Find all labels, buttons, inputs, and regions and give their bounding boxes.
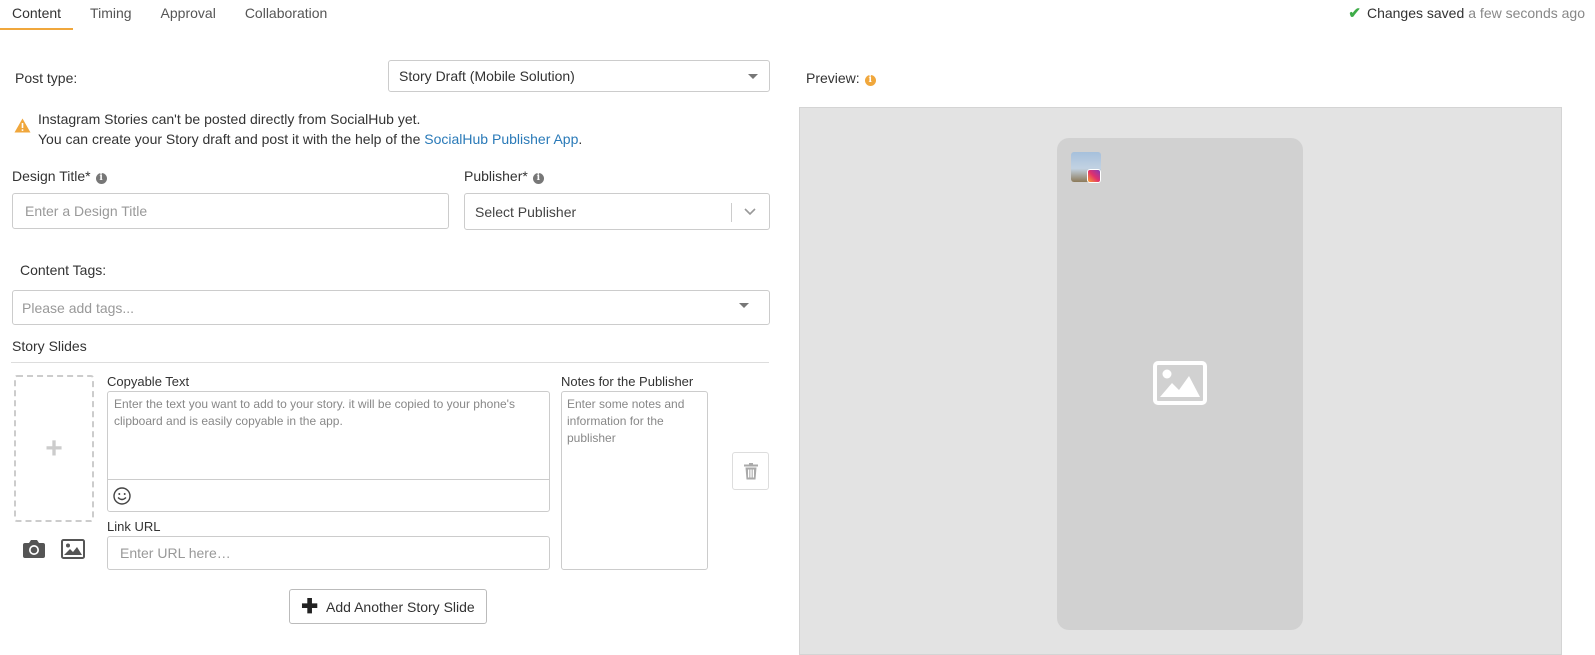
add-story-slide-button[interactable]: ✚ Add Another Story Slide <box>289 589 487 624</box>
plus-icon: + <box>45 431 63 465</box>
warning-line-2: You can create your Story draft and post… <box>38 129 582 149</box>
chevron-down-icon <box>744 208 756 216</box>
copyable-text-input[interactable]: Enter the text you want to add to your s… <box>107 391 550 512</box>
publisher-app-link[interactable]: SocialHub Publisher App <box>424 131 578 147</box>
link-url-label: Link URL <box>107 519 161 534</box>
chevron-down-icon <box>748 74 758 79</box>
notes-placeholder: Enter some notes and information for the… <box>567 397 685 445</box>
publisher-select[interactable]: Select Publisher <box>464 193 770 230</box>
tab-bar: Content Timing Approval Collaboration <box>0 0 339 30</box>
post-type-label: Post type: <box>15 70 78 86</box>
copyable-text-placeholder: Enter the text you want to add to your s… <box>114 397 515 428</box>
trash-icon <box>743 462 758 479</box>
design-title-label-wrap: Design Title* i <box>12 168 107 184</box>
preview-label: Preview: <box>806 70 860 86</box>
tab-collaboration[interactable]: Collaboration <box>233 0 340 30</box>
design-title-input[interactable]: Enter a Design Title <box>12 193 449 229</box>
notes-label: Notes for the Publisher <box>561 374 694 389</box>
instagram-warning: Instagram Stories can't be posted direct… <box>38 109 582 149</box>
publisher-placeholder: Select Publisher <box>475 203 577 220</box>
publisher-label-wrap: Publisher* i <box>464 168 544 184</box>
image-placeholder-icon <box>1153 361 1207 405</box>
preview-panel <box>799 107 1562 655</box>
warning-line-1: Instagram Stories can't be posted direct… <box>38 111 421 127</box>
save-status: ✔ Changes saved a few seconds ago <box>1348 4 1585 22</box>
content-tags-label: Content Tags: <box>20 262 107 278</box>
select-divider <box>731 203 732 222</box>
warning-line-2-suffix: . <box>578 131 583 147</box>
warning-icon <box>14 118 31 133</box>
story-preview-phone <box>1057 138 1303 630</box>
saved-time: a few seconds ago <box>1468 5 1585 21</box>
design-title-placeholder: Enter a Design Title <box>25 203 148 219</box>
content-tags-input[interactable]: Please add tags... <box>12 290 770 325</box>
notes-input[interactable]: Enter some notes and information for the… <box>561 391 708 570</box>
tab-approval[interactable]: Approval <box>149 0 228 30</box>
add-story-slide-label: Add Another Story Slide <box>326 598 475 615</box>
smiley-icon[interactable] <box>113 487 131 505</box>
emoji-toolbar <box>108 479 549 512</box>
instagram-icon <box>1087 169 1101 183</box>
tab-content[interactable]: Content <box>0 0 74 30</box>
content-tags-placeholder: Please add tags... <box>22 299 135 316</box>
info-icon[interactable]: i <box>864 75 876 86</box>
story-slides-heading: Story Slides <box>12 338 87 354</box>
check-icon: ✔ <box>1348 5 1361 22</box>
add-media-dropzone[interactable]: + <box>14 375 94 522</box>
preview-label-wrap: Preview: i <box>806 70 876 86</box>
info-icon[interactable]: i <box>532 173 544 184</box>
link-url-placeholder: Enter URL here… <box>120 545 231 561</box>
link-url-input[interactable]: Enter URL here… <box>107 536 550 570</box>
copyable-text-label: Copyable Text <box>107 374 190 389</box>
divider <box>11 362 769 363</box>
post-type-select[interactable]: Story Draft (Mobile Solution) <box>388 60 770 92</box>
tab-timing[interactable]: Timing <box>78 0 144 30</box>
info-icon[interactable]: i <box>95 173 107 184</box>
delete-slide-button[interactable] <box>732 452 769 490</box>
camera-icon[interactable] <box>22 538 46 559</box>
plus-icon: ✚ <box>301 595 319 618</box>
image-icon[interactable] <box>61 539 85 559</box>
chevron-down-icon <box>739 303 749 308</box>
publisher-label: Publisher* <box>464 168 528 184</box>
post-type-value: Story Draft (Mobile Solution) <box>399 68 575 84</box>
design-title-label: Design Title* <box>12 168 91 184</box>
warning-line-2-prefix: You can create your Story draft and post… <box>38 131 425 147</box>
saved-label: Changes saved <box>1366 5 1465 21</box>
